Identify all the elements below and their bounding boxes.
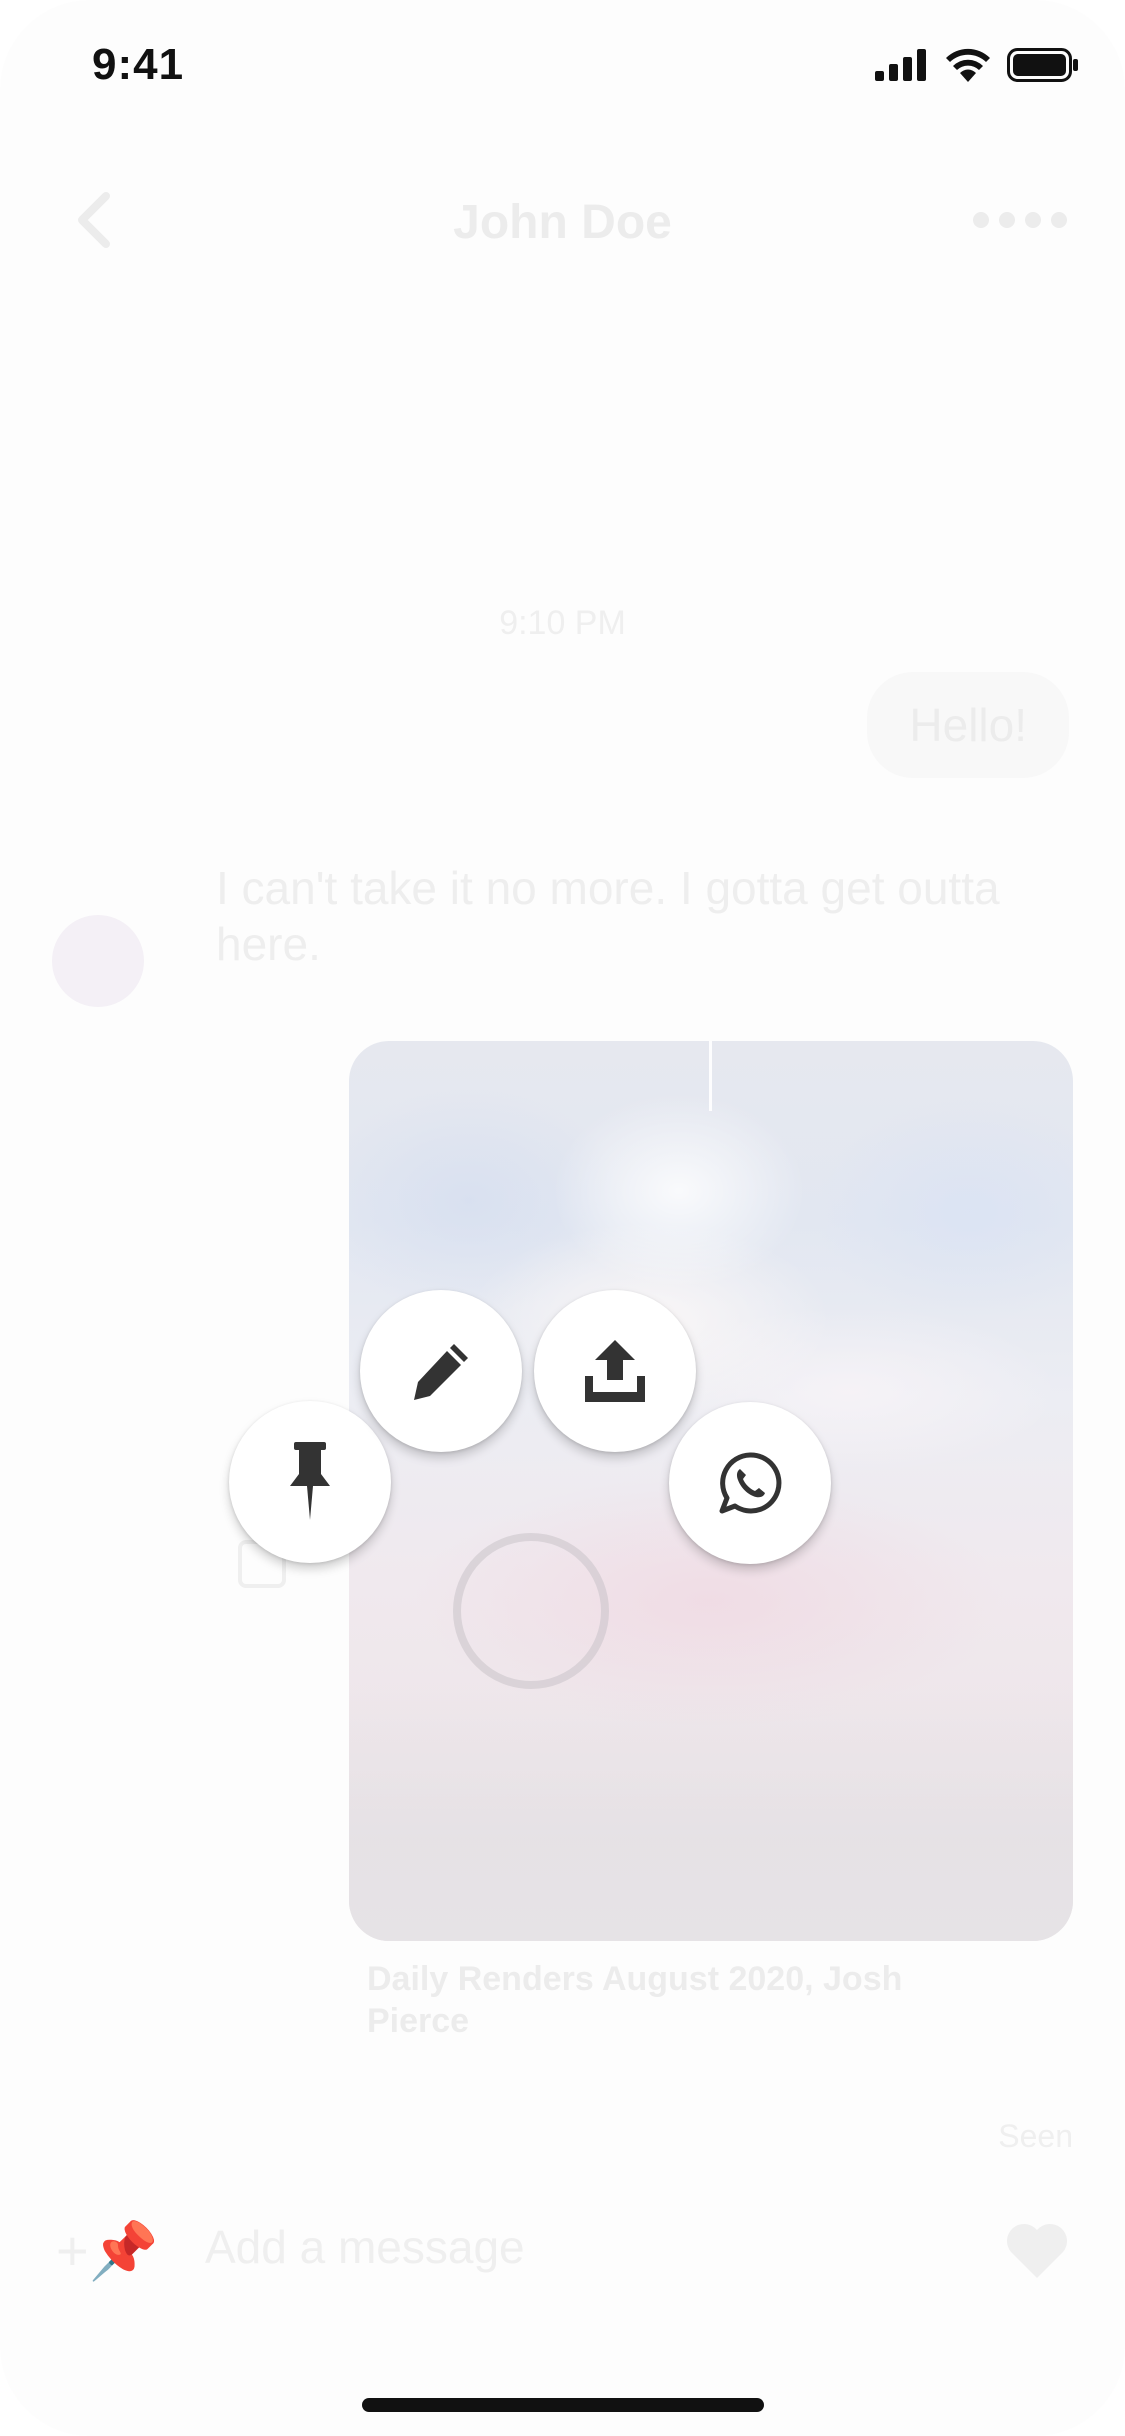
page-title: John Doe — [453, 196, 672, 249]
avatar[interactable] — [52, 915, 144, 1007]
status-time: 9:41 — [92, 40, 185, 89]
photo-ground — [349, 1691, 1073, 1941]
battery-icon — [1007, 48, 1078, 82]
share-button[interactable] — [534, 1290, 696, 1452]
pencil-icon — [414, 1344, 468, 1400]
more-options-icon[interactable] — [973, 212, 1067, 228]
edit-button[interactable] — [360, 1290, 522, 1452]
photo-light-beam — [709, 1041, 712, 1111]
incoming-message[interactable]: I can't take it no more. I gotta get out… — [216, 860, 1036, 972]
wifi-icon — [946, 48, 990, 82]
photo-caption: Daily Renders August 2020, Josh Pierce — [367, 1960, 903, 2040]
message-input[interactable]: Add a message — [205, 2220, 525, 2274]
message-timestamp: 9:10 PM — [499, 604, 626, 642]
seen-label: Seen — [998, 2118, 1073, 2154]
photo-ring — [453, 1533, 609, 1689]
share-upload-icon — [585, 1340, 645, 1402]
outgoing-message-bubble[interactable]: Hello! — [867, 672, 1069, 778]
whatsapp-icon — [719, 1452, 782, 1514]
screen: 9:41 John Doe 9:10 PM Hello! I can't tak… — [0, 0, 1125, 2436]
add-pin-icon[interactable]: +📌 — [56, 2218, 158, 2284]
cellular-signal-icon — [875, 49, 926, 81]
pin-icon — [290, 1442, 330, 1520]
heart-icon[interactable] — [1005, 2222, 1069, 2280]
home-indicator[interactable] — [362, 2398, 764, 2412]
whatsapp-button[interactable] — [669, 1402, 831, 1564]
pin-button[interactable] — [229, 1401, 391, 1563]
status-icons — [875, 48, 1079, 82]
